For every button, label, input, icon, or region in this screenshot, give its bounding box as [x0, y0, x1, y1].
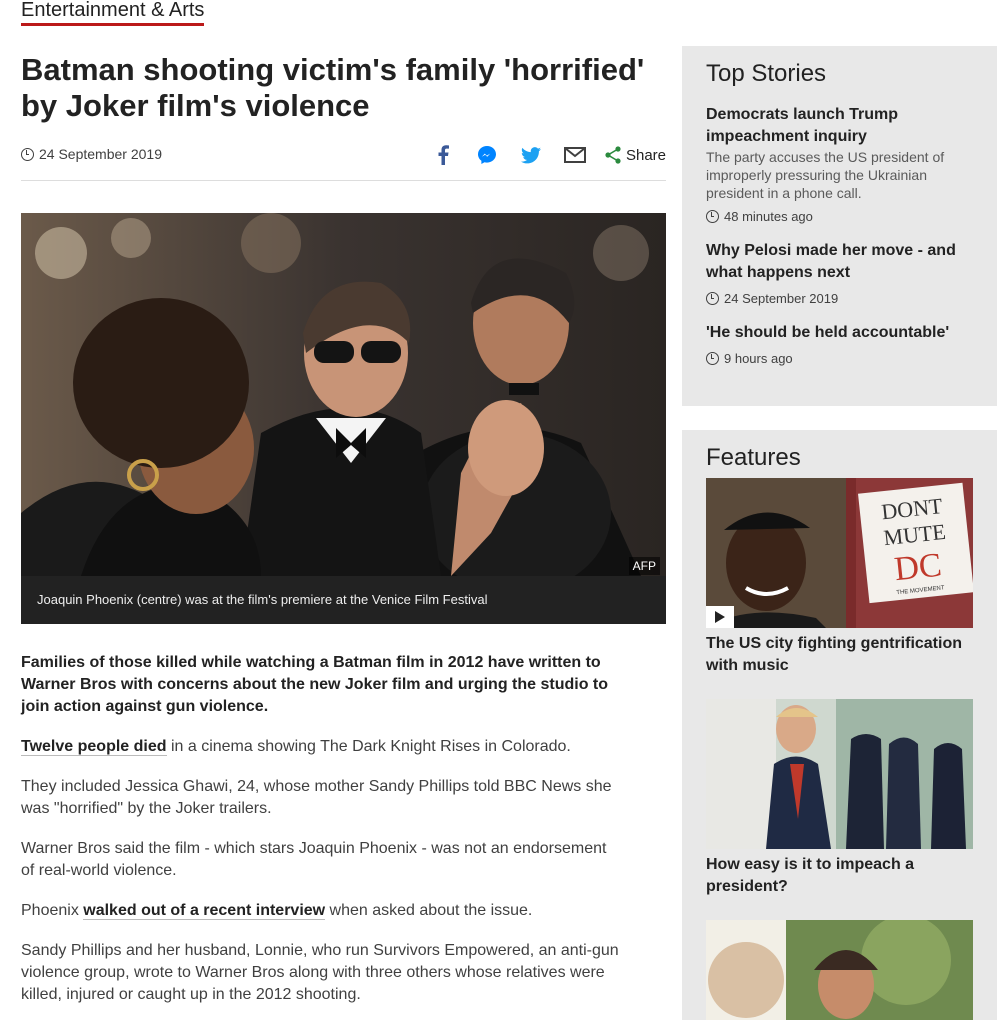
clock-icon — [706, 210, 719, 223]
link-twelve-people-died[interactable]: Twelve people died — [21, 738, 167, 756]
top-story-time-text: 48 minutes ago — [724, 209, 813, 224]
top-story-summary: The party accuses the US president of im… — [706, 149, 945, 201]
article-lead: Families of those killed while watching … — [21, 654, 609, 715]
messenger-share-button[interactable] — [472, 140, 502, 170]
feature-title[interactable]: The US city fighting gentrification with… — [706, 633, 973, 677]
play-video-button[interactable] — [706, 606, 734, 628]
dc-protest-photo: DONT MUTE DC THE MOVEMENT — [706, 478, 973, 628]
section-link-entertainment-arts[interactable]: Entertainment & Arts — [21, 0, 205, 26]
messenger-icon — [477, 146, 496, 164]
link-walked-out-interview[interactable]: walked out of a recent interview — [83, 902, 326, 920]
top-stories-panel: Top Stories Democrats launch Trump impea… — [682, 46, 997, 406]
feature-image[interactable] — [706, 920, 973, 1020]
top-story-item[interactable]: Democrats launch Trump impeachment inqui… — [706, 104, 973, 224]
share-button[interactable]: Share — [604, 146, 666, 164]
clock-icon — [706, 352, 719, 365]
share-label: Share — [625, 146, 666, 164]
top-story-time: 48 minutes ago — [706, 209, 973, 224]
woman-garden-photo — [706, 920, 973, 1020]
top-story-title[interactable]: Democrats launch Trump impeachment inqui… — [706, 104, 973, 148]
top-story-title[interactable]: 'He should be held accountable' — [706, 322, 973, 344]
feature-title[interactable]: How easy is it to impeach a president? — [706, 854, 973, 898]
paragraph-text: in a cinema showing The Dark Knight Rise… — [166, 738, 571, 755]
premiere-photo — [21, 213, 666, 576]
twitter-share-button[interactable] — [516, 140, 546, 170]
top-story-time-text: 24 September 2019 — [724, 291, 839, 306]
article-paragraph: Phoenix walked out of a recent interview… — [21, 900, 621, 922]
features-title: Features — [706, 444, 801, 471]
top-story-time: 9 hours ago — [706, 351, 973, 366]
article-date-text: 24 September 2019 — [39, 146, 162, 162]
email-share-button[interactable] — [560, 140, 590, 170]
feature-item[interactable]: How easy is it to impeach a president? — [706, 699, 973, 898]
sign-text-line-3: DC — [893, 547, 944, 589]
article-date: 24 September 2019 — [21, 146, 162, 162]
article-body: Families of those killed while watching … — [21, 652, 621, 1020]
paragraph-text: when asked about the issue. — [325, 902, 533, 919]
image-credit: AFP — [628, 557, 660, 575]
clock-icon — [706, 292, 719, 305]
hero-image: AFP Joaquin Phoenix (centre) was at the … — [21, 213, 666, 624]
features-panel: Features DONT MUTE DC THE MOVEMENT The U… — [682, 430, 997, 1020]
article-meta-row: 24 September 2019 Share — [21, 140, 666, 181]
clock-icon — [21, 147, 34, 161]
top-stories-title: Top Stories — [706, 60, 827, 87]
email-icon — [563, 147, 586, 163]
paragraph-text: Phoenix — [21, 902, 84, 919]
article-headline: Batman shooting victim's family 'horrifi… — [21, 52, 645, 123]
top-story-title[interactable]: Why Pelosi made her move - and what happ… — [706, 240, 973, 284]
top-story-item[interactable]: Why Pelosi made her move - and what happ… — [706, 240, 973, 306]
twitter-icon — [520, 146, 541, 163]
article-paragraph: Twelve people died in a cinema showing T… — [21, 736, 621, 758]
facebook-icon — [438, 145, 449, 165]
top-story-item[interactable]: 'He should be held accountable' 9 hours … — [706, 322, 973, 366]
share-tools: Share — [414, 140, 666, 170]
article-paragraph: Warner Bros said the film - which stars … — [21, 840, 607, 879]
feature-item[interactable] — [706, 920, 973, 1020]
article-paragraph: They included Jessica Ghawi, 24, whose m… — [21, 778, 612, 817]
top-story-time: 24 September 2019 — [706, 291, 973, 306]
article-paragraph: Sandy Phillips and her husband, Lonnie, … — [21, 942, 619, 1003]
feature-item[interactable]: DONT MUTE DC THE MOVEMENT The US city fi… — [706, 478, 973, 677]
feature-image[interactable]: DONT MUTE DC THE MOVEMENT — [706, 478, 973, 628]
facebook-share-button[interactable] — [428, 140, 458, 170]
share-icon — [605, 146, 621, 164]
trump-photo — [706, 699, 973, 849]
play-icon — [715, 611, 725, 623]
image-caption: Joaquin Phoenix (centre) was at the film… — [21, 576, 666, 624]
top-story-time-text: 9 hours ago — [724, 351, 793, 366]
feature-image[interactable] — [706, 699, 973, 849]
